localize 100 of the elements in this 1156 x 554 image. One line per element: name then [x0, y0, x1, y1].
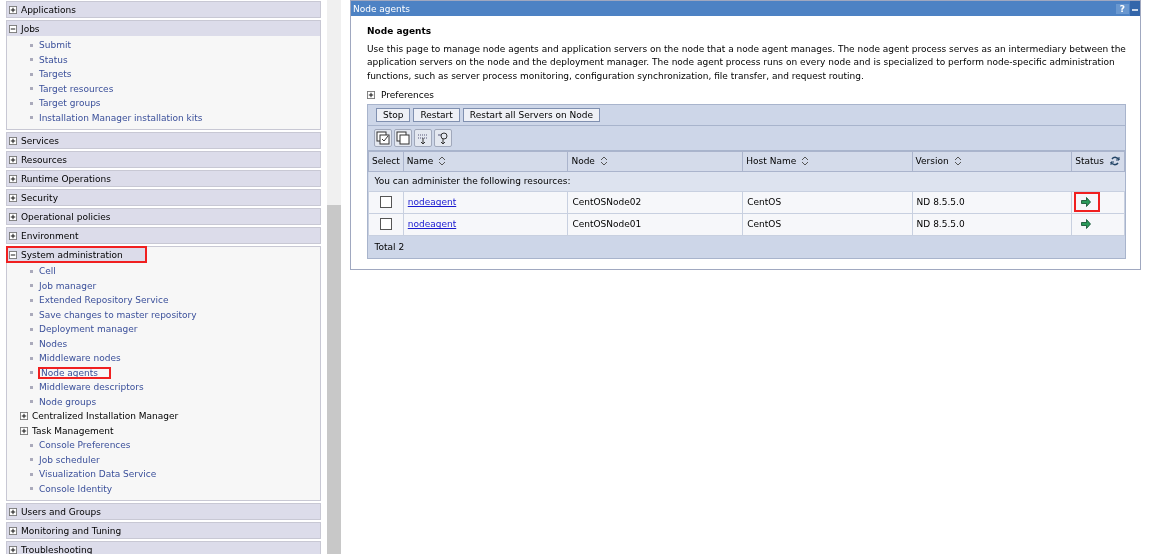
bullet-icon — [30, 101, 33, 105]
sort-icon[interactable] — [599, 156, 608, 167]
table-cell: CentOS — [742, 213, 913, 236]
bullet-icon — [30, 58, 33, 62]
action-button[interactable]: Stop — [376, 107, 411, 122]
expand-icon[interactable] — [9, 155, 17, 164]
sort-icon[interactable] — [438, 156, 447, 167]
nav-link[interactable]: Middleware descriptors — [39, 382, 144, 393]
nav-section-header[interactable]: Resources — [7, 152, 320, 167]
minimize-button[interactable] — [1130, 1, 1140, 16]
expand-icon[interactable] — [9, 231, 17, 240]
name-link[interactable]: nodeagent — [407, 219, 457, 230]
nav-section-header[interactable]: Environment — [7, 228, 320, 243]
expand-icon[interactable] — [367, 90, 375, 99]
nav-section-header[interactable]: Runtime Operations — [7, 171, 320, 186]
nav-link[interactable]: Node groups — [39, 396, 97, 407]
nav-section-header[interactable]: Troubleshooting — [7, 542, 320, 554]
nav-section-label: Troubleshooting — [21, 544, 93, 554]
column-header[interactable]: Node — [567, 151, 743, 172]
scrollbar[interactable] — [327, 0, 341, 554]
nav-section-label: Resources — [21, 154, 67, 165]
nav-link[interactable]: Save changes to master repository — [39, 309, 197, 320]
expand-icon[interactable] — [9, 507, 17, 516]
refresh-icon[interactable] — [1109, 155, 1121, 168]
row-checkbox[interactable] — [379, 218, 392, 231]
nav-link[interactable]: Middleware nodes — [39, 353, 121, 364]
sort-icon[interactable] — [801, 156, 810, 167]
nav-link[interactable]: Nodes — [39, 338, 68, 349]
nav-link[interactable]: Status — [39, 54, 68, 65]
bullet-icon — [30, 400, 33, 404]
bullet-icon — [30, 87, 33, 91]
expand-icon[interactable] — [9, 5, 17, 14]
nav-section-header[interactable]: Services — [7, 133, 320, 148]
table-cell: CentOSNode01 — [567, 213, 743, 236]
table-cell: ND 8.5.5.0 — [912, 213, 1072, 236]
bullet-icon — [30, 284, 33, 288]
nav-group-label[interactable]: Centralized Installation Manager — [32, 411, 179, 422]
nav-section-label: Runtime Operations — [21, 173, 111, 184]
nav-link[interactable]: Target resources — [39, 83, 114, 94]
nav-link[interactable]: Submit — [39, 40, 71, 51]
nav-link[interactable]: Cell — [39, 266, 56, 277]
nav-link[interactable]: Visualization Data Service — [39, 469, 157, 480]
expand-icon[interactable] — [9, 526, 17, 535]
expand-icon[interactable] — [9, 174, 17, 183]
bullet-icon — [30, 487, 33, 491]
column-header[interactable]: Status — [1071, 151, 1125, 172]
row-checkbox[interactable] — [379, 196, 392, 209]
nav-section-label: Jobs — [21, 23, 40, 34]
nav-section-header[interactable]: Users and Groups — [7, 504, 320, 519]
column-header[interactable]: Select — [368, 151, 404, 172]
bullet-icon — [30, 313, 33, 317]
action-button[interactable]: Restart all Servers on Node — [462, 107, 601, 122]
nav-link[interactable]: Job scheduler — [39, 454, 100, 465]
expand-icon[interactable] — [9, 212, 17, 221]
action-button[interactable]: Restart — [413, 107, 460, 122]
nav-section-label: Applications — [21, 4, 76, 15]
expand-icon[interactable] — [9, 136, 17, 145]
bullet-icon — [30, 269, 33, 273]
bullet-icon — [30, 458, 33, 462]
nav-link[interactable]: Target groups — [39, 98, 101, 109]
column-header[interactable]: Name — [403, 151, 568, 172]
scrollbar-thumb[interactable] — [327, 205, 341, 554]
name-link[interactable]: nodeagent — [407, 197, 457, 208]
nav-link[interactable]: Extended Repository Service — [39, 295, 169, 306]
bullet-icon — [30, 356, 33, 360]
nav-section-header[interactable]: Operational policies — [7, 209, 320, 224]
expand-icon[interactable] — [20, 426, 28, 435]
nav-section-header[interactable]: Jobs — [7, 21, 320, 36]
page-heading: Node agents — [367, 26, 433, 36]
expand-icon[interactable] — [20, 412, 28, 421]
nav-link[interactable]: Installation Manager installation kits — [39, 112, 203, 123]
group-label: You can administer the following resources: — [368, 171, 1125, 192]
column-header[interactable]: Version — [912, 151, 1072, 172]
nav-link[interactable]: Deployment manager — [39, 324, 138, 335]
expand-icon[interactable] — [9, 545, 17, 554]
collapse-icon[interactable] — [9, 250, 17, 259]
nav-link[interactable]: Node agents — [39, 367, 111, 378]
expand-icon[interactable] — [9, 193, 17, 202]
column-header[interactable]: Host Name — [742, 151, 913, 172]
bullet-icon — [30, 472, 33, 476]
nav-section-header[interactable]: System administration — [7, 247, 146, 262]
select-all-icon[interactable] — [374, 128, 392, 147]
nav-section-header[interactable]: Security — [7, 190, 320, 205]
deselect-all-icon[interactable] — [394, 128, 412, 147]
nav-section-header[interactable]: Monitoring and Tuning — [7, 523, 320, 538]
bullet-icon — [30, 327, 33, 331]
nav-link[interactable]: Job manager — [39, 280, 97, 291]
preferences-link[interactable]: Preferences — [381, 89, 434, 100]
nav-link[interactable]: Console Preferences — [39, 440, 131, 451]
bullet-icon — [30, 371, 33, 375]
filter-edit-icon[interactable] — [434, 128, 452, 147]
nav-link[interactable]: Targets — [39, 69, 72, 80]
nav-link[interactable]: Console Identity — [39, 483, 113, 494]
collapse-icon[interactable] — [9, 24, 17, 33]
bullet-icon — [30, 298, 33, 302]
nav-group-label[interactable]: Task Management — [32, 425, 114, 436]
table-cell: CentOSNode02 — [567, 191, 743, 214]
sort-icon[interactable] — [953, 156, 962, 167]
table-cell: ND 8.5.5.0 — [912, 191, 1072, 214]
nav-section-header[interactable]: Applications — [7, 2, 320, 17]
